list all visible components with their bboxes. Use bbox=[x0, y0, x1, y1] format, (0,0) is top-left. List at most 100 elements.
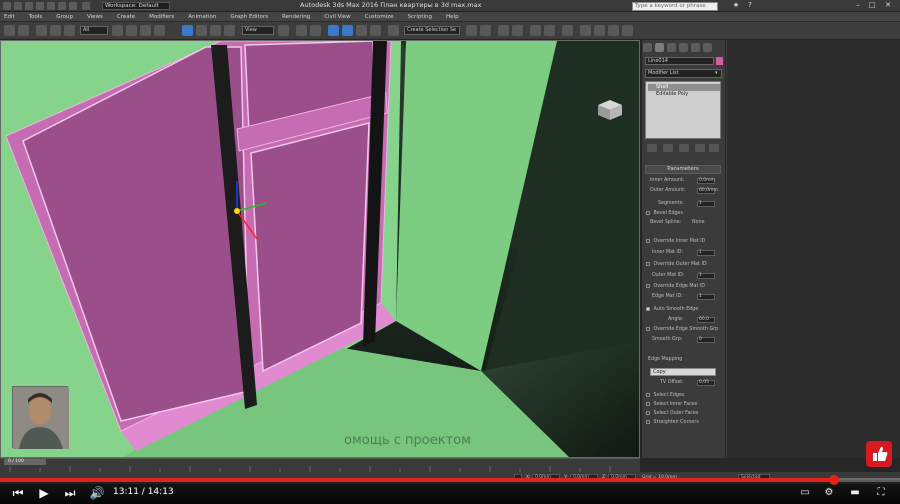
edit-named-selection-icon[interactable] bbox=[388, 25, 399, 36]
render-iterative-icon[interactable] bbox=[622, 25, 633, 36]
unlink-icon[interactable] bbox=[50, 25, 61, 36]
inner-amount-spinner[interactable]: 0,0mm bbox=[697, 178, 715, 184]
theater-mode-icon[interactable]: ▬ bbox=[846, 486, 864, 500]
new-icon[interactable] bbox=[14, 2, 22, 10]
select-and-rotate-icon[interactable] bbox=[196, 25, 207, 36]
select-by-name-icon[interactable] bbox=[126, 25, 137, 36]
make-unique-icon[interactable] bbox=[679, 144, 689, 152]
select-and-place-icon[interactable] bbox=[224, 25, 235, 36]
rendered-frame-window-icon[interactable] bbox=[594, 25, 605, 36]
curve-editor-icon[interactable] bbox=[530, 25, 541, 36]
bind-to-space-warp-icon[interactable] bbox=[64, 25, 75, 36]
menu-modifiers[interactable]: Modifiers bbox=[149, 14, 174, 20]
settings-icon[interactable]: ⚙ bbox=[820, 486, 838, 500]
tv-offset-spinner[interactable]: 0,05 bbox=[697, 380, 715, 386]
previous-icon[interactable]: ⏮ bbox=[10, 486, 26, 500]
time-slider[interactable]: 0 / 100 bbox=[4, 459, 46, 465]
select-and-move-icon[interactable] bbox=[182, 25, 193, 36]
edge-mat-spinner[interactable]: 1 bbox=[697, 294, 715, 300]
viewcube-icon[interactable] bbox=[597, 99, 623, 121]
schematic-view-icon[interactable] bbox=[544, 25, 555, 36]
select-inner-checkbox[interactable] bbox=[646, 401, 650, 406]
progress-scrubber[interactable] bbox=[829, 475, 839, 485]
motion-tab-icon[interactable] bbox=[679, 43, 688, 52]
channel-logo-icon[interactable] bbox=[866, 441, 892, 467]
layer-manager-icon[interactable] bbox=[512, 25, 523, 36]
show-end-result-icon[interactable] bbox=[663, 144, 673, 152]
straighten-checkbox[interactable] bbox=[646, 419, 650, 424]
save-icon[interactable] bbox=[36, 2, 44, 10]
select-and-link-icon[interactable] bbox=[36, 25, 47, 36]
keyboard-shortcut-toggle-icon[interactable] bbox=[310, 25, 321, 36]
menu-create[interactable]: Create bbox=[117, 14, 135, 20]
play-icon[interactable]: ▶ bbox=[36, 486, 52, 500]
segments-spinner[interactable]: 1 bbox=[697, 201, 715, 207]
align-icon[interactable] bbox=[480, 25, 491, 36]
angle-spinner[interactable]: 60,0 bbox=[697, 317, 715, 323]
object-name-field[interactable]: Line014 bbox=[645, 57, 714, 65]
undo-icon[interactable] bbox=[4, 25, 15, 36]
reference-coordinate-dropdown[interactable]: View bbox=[242, 26, 274, 35]
remove-modifier-icon[interactable] bbox=[695, 144, 705, 152]
inner-mat-spinner[interactable]: 1 bbox=[697, 250, 715, 256]
bevel-spline-button[interactable]: None bbox=[692, 219, 705, 227]
next-icon[interactable]: ⏭ bbox=[62, 486, 78, 500]
menu-tools[interactable]: Tools bbox=[29, 14, 43, 20]
minimize-button[interactable]: – bbox=[852, 1, 864, 10]
perspective-viewport[interactable] bbox=[0, 40, 640, 458]
workspace-selector[interactable]: Workspace: Default bbox=[102, 2, 170, 10]
angle-snap-icon[interactable] bbox=[342, 25, 353, 36]
select-object-icon[interactable] bbox=[112, 25, 123, 36]
infocenter-icon[interactable]: ★ bbox=[730, 1, 742, 10]
render-setup-icon[interactable] bbox=[82, 2, 90, 10]
hierarchy-tab-icon[interactable] bbox=[667, 43, 676, 52]
menu-group[interactable]: Group bbox=[56, 14, 73, 20]
redo-icon[interactable] bbox=[18, 25, 29, 36]
help-icon[interactable]: ? bbox=[744, 1, 756, 10]
spinner-snap-icon[interactable] bbox=[370, 25, 381, 36]
selection-filter-dropdown[interactable]: All bbox=[80, 26, 108, 35]
menu-civil-view[interactable]: Civil View bbox=[324, 14, 350, 20]
percent-snap-icon[interactable] bbox=[356, 25, 367, 36]
menu-graph-editors[interactable]: Graph Editors bbox=[230, 14, 268, 20]
modifier-list-dropdown[interactable]: Modifier List bbox=[645, 69, 722, 78]
edge-mapping-dropdown[interactable]: Copy bbox=[650, 368, 716, 376]
scene-explorer-icon[interactable] bbox=[498, 25, 509, 36]
render-production-icon[interactable] bbox=[608, 25, 619, 36]
override-edge-mat-checkbox[interactable] bbox=[646, 283, 650, 288]
utilities-tab-icon[interactable] bbox=[703, 43, 712, 52]
window-crossing-icon[interactable] bbox=[154, 25, 165, 36]
modify-tab-icon[interactable] bbox=[655, 43, 664, 52]
named-selection-set-dropdown[interactable]: Create Selection Se bbox=[404, 26, 460, 35]
select-outer-checkbox[interactable] bbox=[646, 410, 650, 415]
menu-animation[interactable]: Animation bbox=[188, 14, 216, 20]
outer-amount-spinner[interactable]: 60,0mm bbox=[697, 188, 718, 194]
search-input[interactable]: Type a keyword or phrase bbox=[632, 2, 718, 11]
rectangular-selection-icon[interactable] bbox=[140, 25, 151, 36]
project-folder-icon[interactable] bbox=[69, 2, 77, 10]
menu-views[interactable]: Views bbox=[87, 14, 103, 20]
menu-customize[interactable]: Customize bbox=[365, 14, 394, 20]
select-and-scale-icon[interactable] bbox=[210, 25, 221, 36]
create-tab-icon[interactable] bbox=[643, 43, 652, 52]
auto-smooth-checkbox[interactable] bbox=[646, 306, 650, 311]
maximize-button[interactable]: □ bbox=[866, 1, 878, 10]
display-tab-icon[interactable] bbox=[691, 43, 700, 52]
configure-modifier-sets-icon[interactable] bbox=[709, 144, 719, 152]
bevel-edges-checkbox[interactable] bbox=[646, 210, 650, 215]
snaps-toggle-icon[interactable] bbox=[328, 25, 339, 36]
stack-item-editable-poly[interactable]: Editable Poly bbox=[648, 91, 720, 98]
material-editor-icon[interactable] bbox=[562, 25, 573, 36]
undo-icon[interactable] bbox=[47, 2, 55, 10]
app-icon[interactable] bbox=[3, 2, 11, 10]
menu-scripting[interactable]: Scripting bbox=[408, 14, 432, 20]
menu-edit[interactable]: Edit bbox=[4, 14, 15, 20]
close-button[interactable]: ✕ bbox=[882, 1, 894, 10]
stack-item-shell[interactable]: Shell bbox=[648, 84, 720, 91]
volume-icon[interactable]: 🔊 bbox=[88, 486, 106, 500]
outer-mat-spinner[interactable]: 1 bbox=[697, 273, 715, 279]
smooth-group-spinner[interactable]: 0 bbox=[697, 337, 715, 343]
select-manipulate-icon[interactable] bbox=[296, 25, 307, 36]
object-color-swatch[interactable] bbox=[716, 57, 723, 65]
subtitles-icon[interactable]: ▭ bbox=[796, 486, 814, 500]
